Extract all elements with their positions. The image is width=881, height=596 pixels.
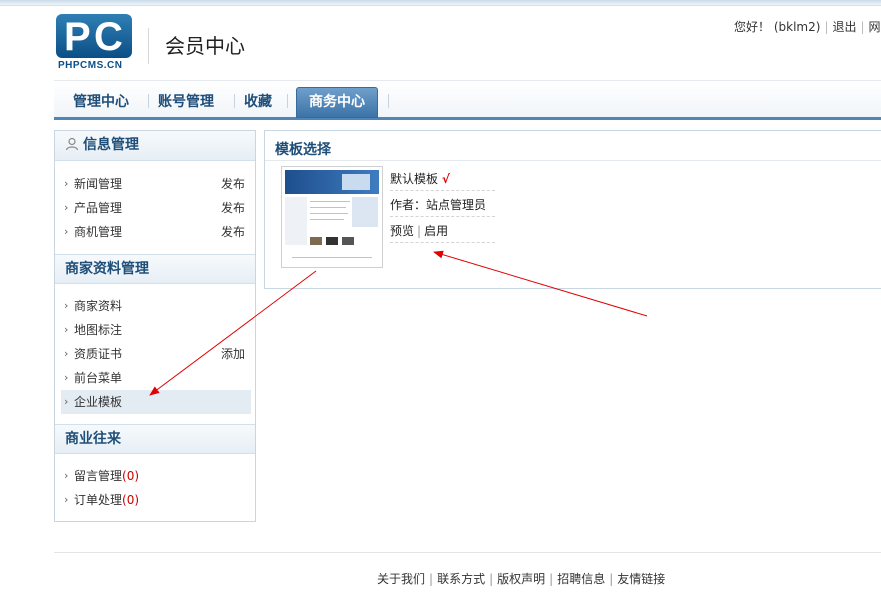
- logo-text: PHPCMS.CN: [58, 60, 123, 71]
- chevron-right-icon: ›: [64, 225, 69, 238]
- thumb-line: [310, 219, 344, 220]
- chevron-right-icon: ›: [64, 395, 69, 408]
- sidebar-section-merchant: 商家资料管理: [55, 254, 255, 284]
- sidebar-item-label: 订单处理: [74, 493, 123, 507]
- sidebar-item-label: 地图标注: [74, 323, 123, 337]
- tab-favorites[interactable]: 收藏: [244, 91, 272, 111]
- sidebar-item-company-template[interactable]: › 企业模板: [61, 390, 251, 414]
- template-thumbnail[interactable]: [281, 166, 383, 268]
- footer-links: 关于我们 | 联系方式 | 版权声明 | 招聘信息 | 友情链接: [377, 572, 666, 586]
- chevron-right-icon: ›: [64, 371, 69, 384]
- tab-account[interactable]: 账号管理: [158, 91, 214, 111]
- publish-link[interactable]: 发布: [221, 196, 245, 220]
- template-actions-row: 预览 | 启用: [390, 219, 495, 243]
- main-nav: 管理中心 账号管理 收藏 商务中心: [54, 80, 881, 120]
- footer-link-contact[interactable]: 联系方式: [437, 572, 485, 586]
- site-logo[interactable]: P C PHPCMS.CN: [56, 14, 134, 72]
- sidebar-item-messages[interactable]: › 留言管理(0): [61, 464, 251, 488]
- footer-link-about[interactable]: 关于我们: [377, 572, 425, 586]
- sidebar-item-label: 产品管理: [74, 201, 123, 215]
- greeting-text: 您好！: [734, 20, 771, 34]
- template-author-row: 作者：站点管理员: [390, 193, 495, 217]
- panel-divider: [265, 160, 881, 161]
- chevron-right-icon: ›: [64, 469, 69, 482]
- sidebar-item-products[interactable]: › 产品管理 发布: [61, 196, 251, 220]
- thumb-product: [310, 237, 322, 245]
- footer-link-friends[interactable]: 友情链接: [617, 572, 665, 586]
- logo-mark: P C: [56, 14, 132, 58]
- publish-link[interactable]: 发布: [221, 220, 245, 244]
- divider: |: [860, 20, 865, 34]
- template-name-row: 默认模板 √: [390, 167, 495, 191]
- panel-title: 模板选择: [275, 142, 331, 158]
- divider: |: [417, 224, 422, 238]
- thumb-line: [310, 207, 346, 208]
- logout-link[interactable]: 退出: [832, 20, 856, 34]
- chevron-right-icon: ›: [64, 201, 69, 214]
- add-link[interactable]: 添加: [221, 342, 245, 366]
- preview-link[interactable]: 预览: [390, 224, 414, 238]
- sidebar-item-front-menu[interactable]: › 前台菜单: [61, 366, 251, 390]
- publish-link[interactable]: 发布: [221, 172, 245, 196]
- thumb-product: [342, 237, 354, 245]
- nav-divider: [287, 94, 288, 108]
- user-bar: 您好！ (bklm2) | 退出 | 网: [734, 18, 881, 35]
- sidebar-section-info: 信息管理: [55, 131, 255, 161]
- nav-divider: [148, 94, 149, 108]
- chevron-right-icon: ›: [64, 299, 69, 312]
- thumb-banner-image: [342, 174, 370, 190]
- sidebar-item-news[interactable]: › 新闻管理 发布: [61, 172, 251, 196]
- sidebar-item-certificates[interactable]: › 资质证书 添加: [61, 342, 251, 366]
- username-link[interactable]: (bklm2): [774, 20, 821, 34]
- chevron-right-icon: ›: [64, 323, 69, 336]
- footer-link-jobs[interactable]: 招聘信息: [557, 572, 605, 586]
- top-gradient-bar: [0, 0, 881, 6]
- thumb-sidebar: [285, 197, 307, 245]
- divider: |: [824, 20, 829, 34]
- thumb-image: [352, 197, 378, 227]
- nav-divider: [234, 94, 235, 108]
- sidebar-section-title: 信息管理: [83, 137, 139, 153]
- sidebar-item-map-marker[interactable]: › 地图标注: [61, 318, 251, 342]
- sidebar-section-business: 商业往来: [55, 424, 255, 454]
- footer-divider: [54, 552, 881, 553]
- sidebar-item-label: 商家资料: [74, 299, 123, 313]
- sidebar-item-orders[interactable]: › 订单处理(0): [61, 488, 251, 512]
- order-count: 0: [126, 493, 135, 507]
- chevron-right-icon: ›: [64, 177, 69, 190]
- sidebar-item-label: 留言管理: [74, 469, 123, 483]
- sidebar-item-label: 前台菜单: [74, 371, 123, 385]
- sidebar-item-label: 企业模板: [74, 395, 123, 409]
- sidebar-item-label: 商机管理: [74, 225, 123, 239]
- sidebar-item-label: 资质证书: [74, 347, 123, 361]
- sidebar: 信息管理 › 新闻管理 发布 › 产品管理 发布 › 商机管理 发布 商家资料管…: [54, 130, 256, 522]
- thumb-line: [310, 201, 350, 202]
- template-panel: 模板选择 默认模板 √ 作者：站点管理员 预览 | 启用: [264, 130, 881, 289]
- check-icon: √: [441, 172, 450, 186]
- template-author: 作者：站点管理员: [390, 198, 487, 212]
- logo-letter-c: C: [94, 15, 123, 59]
- user-icon: [65, 133, 79, 151]
- sidebar-item-label: 新闻管理: [74, 177, 123, 191]
- thumb-footer-line: [292, 257, 372, 258]
- template-name: 默认模板: [390, 172, 439, 186]
- chevron-right-icon: ›: [64, 347, 69, 360]
- truncated-link[interactable]: 网: [869, 20, 881, 34]
- tab-business-center[interactable]: 商务中心: [296, 87, 378, 118]
- enable-link[interactable]: 启用: [424, 224, 448, 238]
- message-count: 0: [126, 469, 135, 483]
- header-divider: [148, 28, 149, 64]
- logo-letter-p: P: [64, 15, 91, 59]
- footer-link-copyright[interactable]: 版权声明: [497, 572, 545, 586]
- page-title: 会员中心: [165, 34, 245, 58]
- tab-admin-center[interactable]: 管理中心: [73, 91, 129, 111]
- chevron-right-icon: ›: [64, 493, 69, 506]
- thumb-product: [326, 237, 338, 245]
- sidebar-item-merchant-profile[interactable]: › 商家资料: [61, 294, 251, 318]
- nav-divider: [388, 94, 389, 108]
- sidebar-item-opportunities[interactable]: › 商机管理 发布: [61, 220, 251, 244]
- thumb-line: [310, 213, 348, 214]
